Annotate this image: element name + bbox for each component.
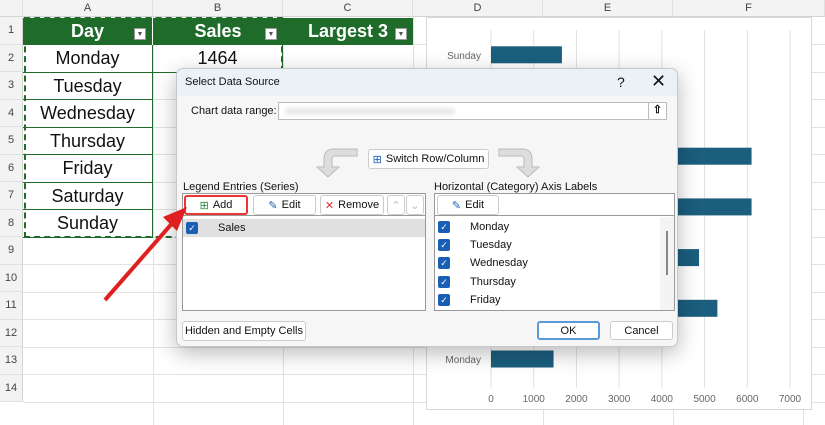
- remove-series-button[interactable]: ✕ Remove: [320, 195, 384, 215]
- row-header-8[interactable]: 8: [0, 209, 23, 237]
- select-all-corner[interactable]: [0, 0, 23, 17]
- header-sales-label: Sales: [194, 21, 242, 41]
- axis-item-label: Monday: [470, 221, 510, 233]
- switch-row-column-button[interactable]: ⊞ Switch Row/Column: [368, 149, 489, 169]
- edit-icon: ✎: [451, 199, 462, 212]
- row-header-7[interactable]: 7: [0, 182, 23, 210]
- axis-item-label: Friday: [470, 293, 501, 306]
- x-tick-label: 4000: [651, 394, 674, 405]
- row-header-4[interactable]: 4: [0, 99, 23, 127]
- column-header-f[interactable]: F: [673, 0, 825, 17]
- edit-series-button[interactable]: ✎ Edit: [253, 195, 316, 215]
- row-header-9[interactable]: 9: [0, 237, 23, 265]
- column-header-b[interactable]: B: [153, 0, 283, 17]
- axis-label-item[interactable]: ✓ Thursday: [435, 273, 660, 291]
- cancel-button[interactable]: Cancel: [610, 321, 673, 340]
- help-button[interactable]: ?: [617, 74, 625, 90]
- move-down-button[interactable]: ⌄: [406, 195, 424, 215]
- x-tick-label: 2000: [565, 394, 588, 405]
- arrow-right-icon: [498, 148, 541, 178]
- chart-range-label: Chart data range:: [191, 105, 277, 117]
- axis-label-item[interactable]: ✓ Friday: [435, 291, 660, 309]
- legend-entries-title: Legend Entries (Series): [183, 181, 299, 193]
- column-header-c[interactable]: C: [283, 0, 413, 17]
- annotation-arrow-icon: [103, 207, 187, 302]
- row-header-2[interactable]: 2: [0, 44, 23, 72]
- checkbox-checked-icon[interactable]: ✓: [438, 221, 450, 233]
- cell-day[interactable]: Tuesday: [23, 72, 153, 100]
- axis-label-item[interactable]: ✓ Tuesday: [435, 236, 660, 254]
- x-tick-label: 1000: [523, 394, 546, 405]
- legend-entries-panel: ⊞ Add ✎ Edit ✕ Remove ⌃ ⌄ ✓ Sales: [182, 193, 426, 311]
- row-header-12[interactable]: 12: [0, 319, 23, 347]
- cell-day[interactable]: Monday: [23, 45, 153, 73]
- add-label: Add: [212, 199, 233, 211]
- column-header-d[interactable]: D: [413, 0, 543, 17]
- y-category-label: Sunday: [447, 51, 481, 62]
- arrow-left-icon: [315, 148, 358, 178]
- cell-day[interactable]: Friday: [23, 155, 153, 183]
- move-up-button[interactable]: ⌃: [387, 195, 405, 215]
- axis-item-label: Tuesday: [470, 239, 512, 252]
- x-tick-label: 5000: [693, 394, 716, 405]
- remove-x-icon: ✕: [324, 199, 335, 212]
- row-header-10[interactable]: 10: [0, 264, 23, 292]
- switch-icon: ⊞: [372, 153, 382, 166]
- checkbox-checked-icon[interactable]: ✓: [438, 257, 450, 270]
- remove-label: Remove: [338, 199, 380, 211]
- row-header-1[interactable]: 1: [0, 17, 23, 45]
- header-largest3-label: Largest 3: [307, 21, 389, 41]
- hidden-empty-cells-button[interactable]: Hidden and Empty Cells: [182, 321, 306, 341]
- axis-labels-title: Horizontal (Category) Axis Labels: [434, 181, 598, 193]
- header-largest3: Largest 3 ▼: [283, 18, 413, 45]
- checkbox-checked-icon[interactable]: ✓: [438, 275, 450, 288]
- axis-item-label: Wednesday: [470, 257, 528, 270]
- y-category-label: Monday: [445, 355, 481, 366]
- bar-monday: [491, 350, 554, 368]
- checkbox-checked-icon[interactable]: ✓: [438, 239, 450, 252]
- x-tick-label: 7000: [779, 394, 802, 405]
- collapse-dialog-icon[interactable]: ⇧: [648, 103, 666, 119]
- scrollbar-thumb[interactable]: [666, 231, 668, 275]
- series-item-sales[interactable]: ✓ Sales: [183, 219, 425, 237]
- header-day-label: Day: [70, 21, 105, 41]
- axis-label-item[interactable]: ✓ Monday: [435, 218, 660, 236]
- row-header-6[interactable]: 6: [0, 154, 23, 182]
- x-tick-label: 3000: [608, 394, 631, 405]
- ok-button[interactable]: OK: [537, 321, 600, 340]
- axis-label-item[interactable]: ✓ Wednesday: [435, 254, 660, 272]
- row-header-3[interactable]: 3: [0, 72, 23, 100]
- bar-sunday: [491, 46, 562, 64]
- column-header-a[interactable]: A: [23, 0, 153, 17]
- header-day: Day ▼: [23, 18, 153, 45]
- cell-day[interactable]: Thursday: [23, 127, 153, 155]
- switch-label: Switch Row/Column: [385, 153, 485, 165]
- filter-dropdown-icon[interactable]: ▼: [134, 28, 146, 40]
- blurred-range: [285, 108, 455, 115]
- x-tick-label: 0: [488, 394, 494, 405]
- filter-dropdown-icon[interactable]: ▼: [265, 28, 277, 40]
- chart-range-input[interactable]: ⇧: [278, 102, 667, 120]
- axis-item-label: Thursday: [470, 275, 516, 288]
- header-sales: Sales ▼: [153, 18, 283, 45]
- close-icon[interactable]: ✕: [651, 71, 666, 92]
- series-label: Sales: [218, 222, 246, 234]
- row-header-14[interactable]: 14: [0, 374, 23, 402]
- row-header-11[interactable]: 11: [0, 292, 23, 320]
- edit-label: Edit: [465, 199, 485, 211]
- edit-axis-labels-button[interactable]: ✎ Edit: [437, 195, 499, 215]
- checkbox-checked-icon[interactable]: ✓: [438, 293, 450, 306]
- edit-label: Edit: [281, 199, 301, 211]
- edit-icon: ✎: [268, 199, 278, 212]
- filter-dropdown-icon[interactable]: ▼: [395, 28, 407, 40]
- axis-labels-panel: ✎ Edit ✓ Monday ✓ Tuesday ✓ Wednesday ✓ Thursday…: [434, 193, 675, 311]
- row-header-5[interactable]: 5: [0, 127, 23, 155]
- x-tick-label: 6000: [736, 394, 759, 405]
- row-header-13[interactable]: 13: [0, 347, 23, 375]
- dialog-title: Select Data Source: [185, 76, 280, 88]
- select-data-source-dialog: Select Data Source ? ✕ Chart data range:…: [176, 68, 678, 347]
- scrollbar[interactable]: [660, 217, 674, 310]
- column-header-e[interactable]: E: [543, 0, 673, 17]
- cell-day[interactable]: Wednesday: [23, 100, 153, 128]
